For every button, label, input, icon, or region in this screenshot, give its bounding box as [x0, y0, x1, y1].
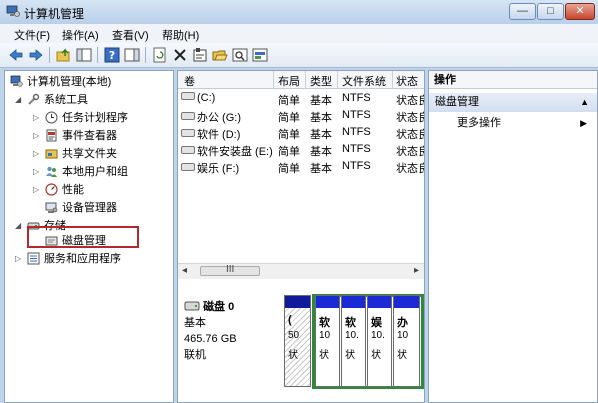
- services-icon: [27, 252, 40, 265]
- device-manager-icon: [45, 202, 58, 213]
- performance-gauge-icon: [45, 183, 58, 196]
- collapse-arrow-icon[interactable]: ◢: [15, 92, 23, 108]
- disk-map: 磁盘 0 基本 465.76 GB 联机 ( 50 状 软 10 状 软 10.…: [178, 291, 424, 402]
- volume-list-header: 卷 布局 类型 文件系统 状态: [178, 71, 424, 89]
- users-icon: [46, 166, 57, 177]
- partition-block[interactable]: 软 10. 状: [341, 295, 366, 387]
- menu-action[interactable]: 操作(A): [62, 27, 99, 43]
- expand-arrow-icon[interactable]: ▷: [33, 110, 41, 126]
- actions-section-disk-management[interactable]: 磁盘管理 ▲: [429, 93, 597, 112]
- drive-icon: [181, 92, 195, 100]
- partition-block[interactable]: 娱 10. 状: [367, 295, 392, 387]
- minimize-button[interactable]: —: [509, 3, 536, 20]
- clock-icon: [45, 111, 58, 124]
- expand-arrow-icon[interactable]: ▷: [33, 128, 41, 144]
- column-header-status[interactable]: 状态: [396, 73, 418, 89]
- expand-arrow-icon[interactable]: ▷: [33, 182, 41, 198]
- disk-status: 联机: [184, 349, 206, 361]
- maximize-button[interactable]: □: [537, 3, 564, 20]
- horizontal-scrollbar[interactable]: ◂ III ▸: [178, 263, 424, 279]
- menu-help[interactable]: 帮助(H): [162, 27, 199, 43]
- back-arrow-icon[interactable]: [8, 47, 24, 63]
- search-magnifier-icon[interactable]: [232, 47, 248, 63]
- volume-row[interactable]: 软件 (D:) 简单 基本 NTFS 状态良: [178, 125, 424, 141]
- drive-icon: [181, 112, 195, 120]
- column-header-type[interactable]: 类型: [310, 73, 332, 89]
- volume-row[interactable]: (C:) 简单 基本 NTFS 状态良: [178, 91, 424, 107]
- disk-management-panel: 卷 布局 类型 文件系统 状态 (C:) 简单 基本 NTFS 状态良 办公 (…: [177, 70, 425, 403]
- actions-pane: 操作 磁盘管理 ▲ 更多操作 ▶: [428, 70, 598, 403]
- up-folder-icon[interactable]: [56, 47, 72, 63]
- scroll-right-arrow-icon[interactable]: ▸: [414, 265, 419, 276]
- window-title: 计算机管理: [24, 7, 85, 21]
- expand-arrow-icon[interactable]: ▷: [33, 146, 41, 162]
- disk-info[interactable]: 磁盘 0 基本 465.76 GB 联机: [184, 299, 282, 395]
- column-header-layout[interactable]: 布局: [278, 73, 300, 89]
- shared-folder-icon: [45, 149, 58, 159]
- menu-file[interactable]: 文件(F): [14, 27, 50, 43]
- collapse-up-arrow-icon[interactable]: ▲: [580, 93, 589, 112]
- forward-arrow-icon[interactable]: [28, 47, 44, 63]
- computer-management-icon: [6, 5, 20, 17]
- title-bar: 计算机管理 — □ ✕: [0, 0, 598, 24]
- column-header-filesystem[interactable]: 文件系统: [342, 73, 386, 89]
- submenu-arrow-icon: ▶: [580, 118, 587, 128]
- drive-icon: [181, 146, 195, 154]
- disk-type: 基本: [184, 317, 206, 329]
- disk-name: 磁盘 0: [203, 301, 235, 313]
- toolbar: ?: [0, 43, 598, 68]
- refresh-icon[interactable]: [152, 47, 168, 63]
- drive-icon: [181, 163, 195, 171]
- computer-management-icon: [10, 75, 23, 87]
- scroll-left-arrow-icon[interactable]: ◂: [182, 265, 187, 276]
- event-log-icon: [46, 129, 57, 142]
- selection-highlight: [27, 226, 139, 248]
- show-hide-action-pane-icon[interactable]: [124, 47, 140, 63]
- disk-settings-icon[interactable]: [252, 47, 268, 63]
- volume-row[interactable]: 软件安装盘 (E:) 简单 基本 NTFS 状态良: [178, 142, 424, 158]
- volume-row[interactable]: 办公 (G:) 简单 基本 NTFS 状态良: [178, 108, 424, 124]
- tools-icon: [28, 93, 40, 105]
- partition-strip: ( 50 状 软 10 状 软 10. 状 娱 10. 状 办 10 状: [284, 294, 424, 391]
- volume-row[interactable]: 娱乐 (F:) 简单 基本 NTFS 状态良: [178, 159, 424, 175]
- actions-header: 操作: [429, 71, 597, 89]
- show-hide-tree-icon[interactable]: [76, 47, 92, 63]
- partition-block[interactable]: 软 10 状: [315, 295, 340, 387]
- menu-view[interactable]: 查看(V): [112, 27, 149, 43]
- close-button[interactable]: ✕: [565, 3, 595, 20]
- partition-block[interactable]: 办 10 状: [393, 295, 420, 387]
- expand-arrow-icon[interactable]: ▷: [33, 164, 41, 180]
- expand-arrow-icon[interactable]: ▷: [15, 251, 23, 267]
- help-icon[interactable]: ?: [104, 47, 120, 63]
- navigation-tree: 计算机管理(本地) ◢ 系统工具 ▷ 任务计划程序 ▷ 事件查看器 ▷ 共享文件…: [4, 70, 174, 403]
- properties-icon[interactable]: [192, 47, 208, 63]
- drive-icon: [181, 129, 195, 137]
- disk-size: 465.76 GB: [184, 333, 237, 345]
- disk-icon: [184, 301, 200, 311]
- column-header-volume[interactable]: 卷: [184, 73, 195, 89]
- delete-icon[interactable]: [172, 47, 188, 63]
- open-folder-icon[interactable]: [212, 47, 228, 63]
- svg-text:?: ?: [109, 49, 115, 62]
- partition-block[interactable]: ( 50 状: [284, 295, 311, 387]
- more-actions-item[interactable]: 更多操作 ▶: [429, 115, 597, 132]
- menu-bar: 文件(F) 操作(A) 查看(V) 帮助(H): [0, 24, 598, 43]
- collapse-arrow-icon[interactable]: ◢: [15, 218, 23, 234]
- computer-management-window: 计算机管理 — □ ✕ 文件(F) 操作(A) 查看(V) 帮助(H) ? 计算…: [0, 0, 598, 403]
